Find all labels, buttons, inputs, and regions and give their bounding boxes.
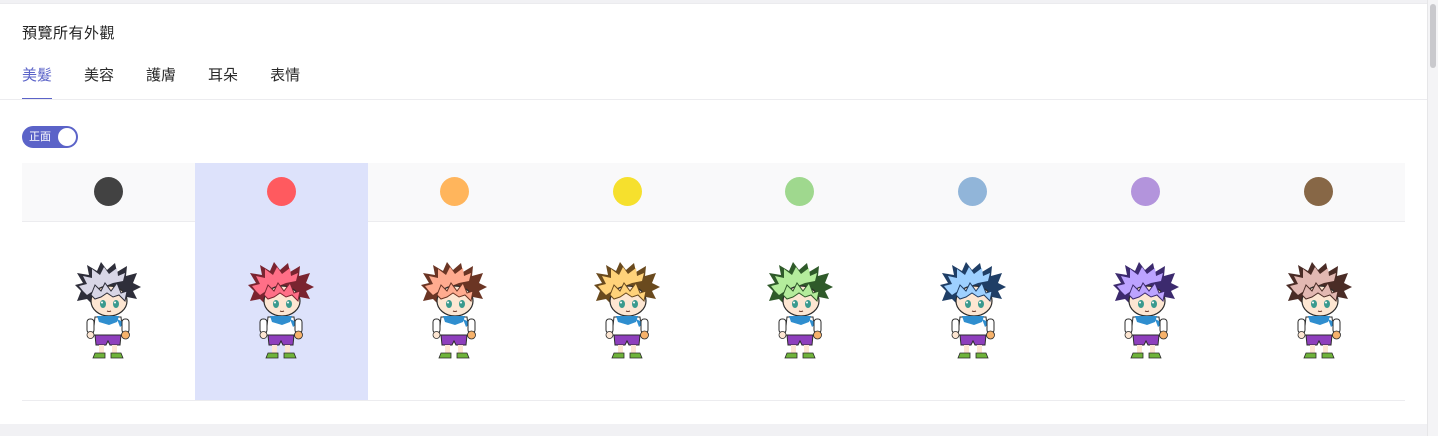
color-swatch-yellow[interactable] [612, 177, 642, 206]
character-preview-brown [1284, 261, 1354, 361]
hair-color-option-yellow[interactable] [541, 163, 714, 401]
hair-color-option-brown[interactable] [1232, 163, 1405, 401]
color-swatch-orange[interactable] [439, 177, 469, 206]
character-preview-black [73, 261, 143, 361]
hair-color-grid [22, 163, 1405, 401]
tab-expression[interactable]: 表情 [270, 62, 300, 100]
category-tabs: 美髮 美容 護膚 耳朵 表情 [22, 62, 332, 100]
character-preview-purple [1111, 261, 1181, 361]
color-swatch-green[interactable] [785, 177, 815, 206]
hair-color-option-black[interactable] [22, 163, 195, 401]
color-swatch-blue[interactable] [958, 177, 988, 206]
color-swatch-black[interactable] [93, 177, 123, 206]
character-preview-green [765, 261, 835, 361]
hair-color-option-green[interactable] [714, 163, 887, 401]
hair-color-option-purple[interactable] [1059, 163, 1232, 401]
character-preview-orange [419, 261, 489, 361]
character-preview-red [246, 261, 316, 361]
toggle-knob [58, 128, 76, 146]
tab-face[interactable]: 美容 [84, 62, 114, 100]
preview-panel: 預覽所有外觀 美髮 美容 護膚 耳朵 表情 正面 [0, 3, 1428, 424]
scrollbar-thumb[interactable] [1430, 4, 1436, 68]
color-swatch-red[interactable] [266, 177, 296, 206]
tab-hair[interactable]: 美髮 [22, 62, 53, 100]
toggle-label: 正面 [29, 130, 51, 143]
grid-bottom-divider [22, 400, 1405, 401]
color-swatch-brown[interactable] [1304, 177, 1334, 206]
hair-color-option-red[interactable] [194, 163, 368, 401]
vertical-scrollbar[interactable] [1427, 0, 1438, 436]
color-swatch-purple[interactable] [1131, 177, 1161, 206]
hair-color-option-orange[interactable] [368, 163, 541, 401]
page-title: 預覽所有外觀 [22, 24, 116, 42]
tab-skin[interactable]: 護膚 [146, 62, 176, 100]
character-preview-yellow [592, 261, 662, 361]
front-view-toggle[interactable]: 正面 [22, 126, 78, 148]
hair-color-option-blue[interactable] [886, 163, 1059, 401]
tab-ears[interactable]: 耳朵 [208, 62, 238, 100]
tabs-divider [0, 99, 1428, 100]
character-preview-blue [938, 261, 1008, 361]
